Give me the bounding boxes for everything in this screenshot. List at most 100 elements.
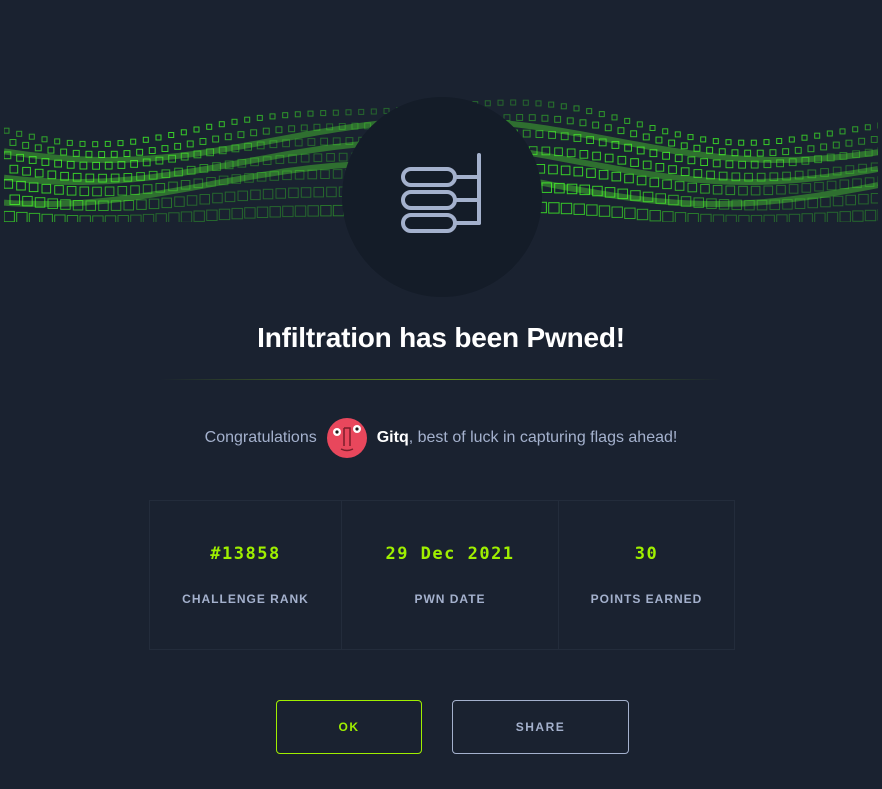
- cube-mark: [522, 99, 529, 106]
- cube-mark: [636, 175, 647, 186]
- cube-mark: [617, 155, 627, 165]
- cube-mark: [123, 150, 131, 158]
- cube-mark: [674, 131, 681, 138]
- cube-mark: [712, 184, 723, 195]
- cube-mark: [687, 182, 698, 193]
- cube-mark: [788, 136, 795, 143]
- cube-mark: [738, 160, 747, 169]
- cube-mark: [662, 151, 671, 160]
- cube-mark: [250, 189, 261, 201]
- cube-mark: [700, 213, 712, 222]
- cube-mark: [680, 142, 688, 150]
- cube-mark: [199, 194, 210, 205]
- cube-mark: [750, 214, 763, 222]
- cube-mark: [79, 161, 88, 170]
- cube-mark: [237, 131, 245, 139]
- share-button[interactable]: SHARE: [452, 700, 629, 754]
- cube-mark: [130, 214, 142, 222]
- cube-mark: [738, 139, 745, 146]
- cube-mark: [554, 147, 563, 157]
- cube-mark: [79, 186, 90, 197]
- cube-mark: [712, 138, 719, 145]
- cube-mark: [269, 113, 276, 120]
- cube-mark: [148, 147, 156, 155]
- cube-mark: [573, 203, 585, 215]
- cube-mark: [687, 134, 694, 141]
- cube-mark: [566, 148, 576, 158]
- cube-mark: [224, 191, 236, 203]
- cube-mark: [839, 179, 850, 190]
- cube-mark: [218, 121, 225, 128]
- cube-mark: [34, 144, 42, 152]
- cube-mark: [41, 183, 52, 194]
- cube-mark: [845, 139, 853, 147]
- cube-mark: [54, 159, 63, 168]
- cube-mark: [92, 215, 104, 222]
- username[interactable]: Gitq: [377, 429, 409, 447]
- cube-mark: [155, 134, 162, 141]
- cube-mark: [700, 136, 707, 143]
- cube-mark: [497, 99, 504, 106]
- cube-mark: [269, 206, 281, 218]
- cube-mark: [700, 158, 709, 166]
- cube-mark: [148, 198, 160, 210]
- cube-mark: [718, 148, 726, 156]
- cube-mark: [598, 169, 609, 180]
- cube-mark: [763, 214, 775, 222]
- cube-mark: [294, 111, 301, 118]
- cube-mark: [66, 215, 79, 222]
- cube-mark: [320, 205, 332, 217]
- cube-mark: [244, 116, 251, 123]
- cube-mark: [142, 213, 155, 222]
- cube-mark: [649, 125, 656, 131]
- cube-mark: [313, 186, 324, 198]
- cube-mark: [725, 139, 732, 146]
- cube-mark: [630, 130, 638, 138]
- cube-mark: [662, 128, 669, 135]
- cube-mark: [174, 142, 182, 150]
- cube-mark: [852, 126, 859, 133]
- cube-mark: [250, 129, 258, 137]
- cube-mark: [801, 134, 808, 141]
- cube-mark: [738, 185, 748, 196]
- user-avatar[interactable]: [326, 418, 367, 458]
- cube-mark: [744, 149, 752, 157]
- cube-mark: [256, 206, 269, 219]
- cube-mark: [300, 124, 308, 132]
- cube-mark: [814, 132, 821, 139]
- cube-mark: [769, 149, 777, 157]
- cube-mark: [807, 145, 815, 153]
- cube-mark: [845, 194, 856, 206]
- cube-mark: [826, 130, 833, 137]
- cube-mark: [870, 136, 878, 143]
- cube-mark: [484, 100, 491, 107]
- cube-mark: [161, 197, 172, 209]
- cube-mark: [231, 207, 243, 220]
- cube-mark: [282, 112, 289, 119]
- cube-mark: [611, 171, 622, 182]
- cube-mark: [649, 210, 661, 222]
- cube-mark: [826, 211, 839, 222]
- cube-mark: [294, 138, 303, 147]
- cube-mark: [617, 127, 625, 135]
- cube-mark: [560, 202, 573, 215]
- ok-button[interactable]: OK: [276, 700, 422, 754]
- stat-label: PWN DATE: [414, 592, 486, 606]
- cube-mark: [687, 213, 699, 222]
- cube-mark: [326, 186, 337, 198]
- stats-panel: #13858 CHALLENGE RANK 29 Dec 2021 PWN DA…: [149, 500, 735, 650]
- cube-mark: [332, 109, 339, 116]
- cube-mark: [320, 137, 329, 146]
- cube-mark: [510, 99, 517, 106]
- cube-mark: [34, 168, 44, 178]
- cube-mark: [47, 170, 57, 180]
- cube-mark: [864, 124, 871, 131]
- cube-mark: [313, 153, 323, 163]
- cube-mark: [776, 214, 788, 222]
- stat-pwn-date: 29 Dec 2021 PWN DATE: [342, 501, 559, 649]
- cube-mark: [870, 193, 878, 204]
- cube-mark: [60, 148, 68, 156]
- cube-mark: [168, 212, 180, 222]
- cube-mark: [814, 212, 826, 222]
- cube-mark: [237, 190, 248, 202]
